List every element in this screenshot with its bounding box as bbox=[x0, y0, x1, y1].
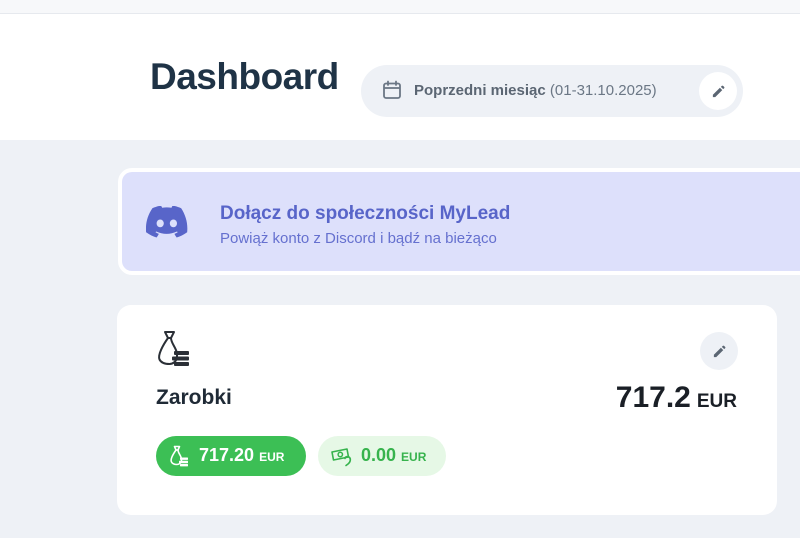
pill-value: 717.20 bbox=[199, 445, 255, 465]
earnings-edit-button[interactable] bbox=[700, 332, 738, 370]
period-range: (01-31.10.2025) bbox=[549, 82, 657, 99]
money-bag-icon bbox=[170, 445, 188, 467]
period-label: Poprzedni miesiąc bbox=[414, 82, 546, 99]
earnings-total: 717.2 EUR bbox=[616, 381, 737, 415]
pill-currency: EUR bbox=[259, 450, 285, 464]
calendar-icon bbox=[383, 80, 401, 99]
earnings-label: Zarobki bbox=[156, 386, 232, 409]
period-selector[interactable]: Poprzedni miesiąc (01-31.10.2025) bbox=[361, 65, 743, 117]
pencil-icon bbox=[713, 345, 725, 357]
earnings-confirmed-pill[interactable]: 717.20 EUR bbox=[156, 436, 306, 476]
period-text: Poprzedni miesiąc (01-31.10.2025) bbox=[414, 82, 657, 99]
discord-banner-subtitle: Powiąż konto z Discord i bądź na bieżąco bbox=[220, 230, 497, 247]
money-bag-icon bbox=[158, 331, 189, 366]
period-edit-button[interactable] bbox=[699, 72, 737, 110]
earnings-payout-pill[interactable]: 0.00 EUR bbox=[318, 436, 446, 476]
earnings-card: Zarobki 717.2 EUR 717.20 EUR 0.00 EUR bbox=[117, 305, 777, 515]
discord-icon bbox=[146, 206, 188, 238]
top-strip bbox=[0, 0, 800, 14]
discord-banner-title: Dołącz do społeczności MyLead bbox=[220, 203, 511, 224]
discord-banner[interactable]: Dołącz do społeczności MyLead Powiąż kon… bbox=[118, 168, 800, 275]
pill-value-text: 0.00 EUR bbox=[361, 445, 426, 466]
earnings-total-value: 717.2 bbox=[615, 381, 691, 414]
pill-currency: EUR bbox=[401, 450, 427, 464]
page-title: Dashboard bbox=[150, 56, 339, 97]
earnings-total-currency: EUR bbox=[696, 391, 737, 412]
header: Dashboard Poprzedni miesiąc (01-31.10.20… bbox=[0, 14, 800, 140]
pill-value: 0.00 bbox=[361, 445, 397, 465]
cash-icon bbox=[331, 448, 352, 467]
pencil-icon bbox=[712, 85, 724, 97]
pill-value-text: 717.20 EUR bbox=[199, 445, 284, 466]
